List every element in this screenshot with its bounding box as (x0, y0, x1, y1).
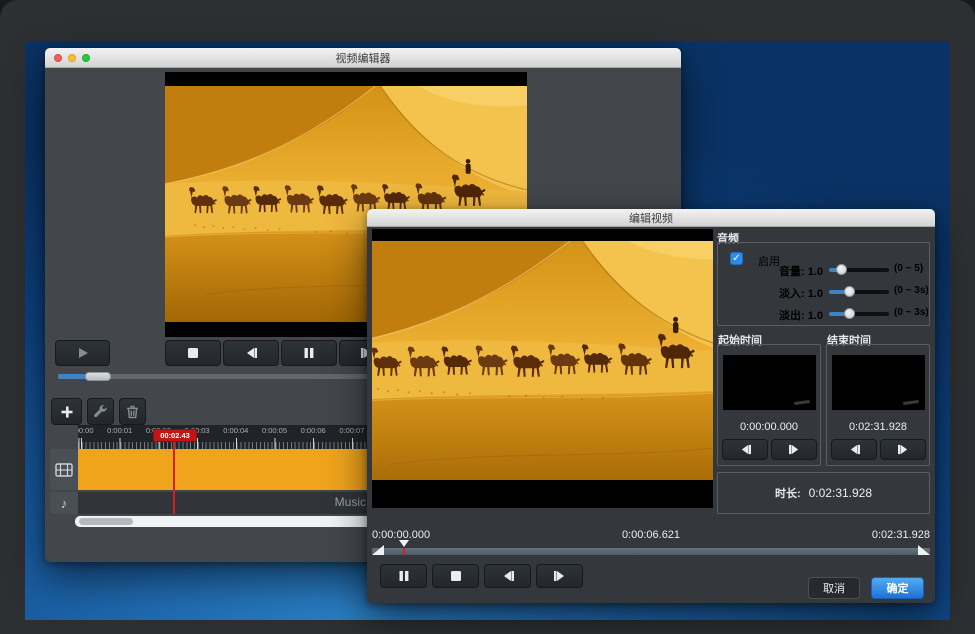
pause-button[interactable] (281, 340, 337, 366)
step-forward-icon (897, 444, 910, 455)
seek-progress (58, 374, 86, 379)
start-step-back-button[interactable] (722, 439, 768, 460)
zoom-button[interactable] (82, 54, 90, 62)
fade-out-slider[interactable] (829, 312, 889, 316)
fade-out-row: 淡出: 1.0 (0 ~ 3s) (718, 307, 929, 321)
volume-range: (0 ~ 5) (894, 263, 931, 274)
trim-handle-left[interactable] (372, 545, 384, 555)
desert-caravan-image (372, 241, 713, 480)
stop-icon (450, 570, 462, 582)
step-back-icon (501, 570, 515, 582)
volume-slider[interactable] (829, 268, 889, 272)
start-step-forward-button[interactable] (771, 439, 817, 460)
cancel-button[interactable]: 取消 (808, 577, 860, 599)
music-note-icon: ♪ (61, 497, 68, 510)
editor-titlebar[interactable]: 视频编辑器 (45, 48, 681, 68)
pause-icon (303, 347, 315, 359)
seek-thumb[interactable] (85, 372, 111, 381)
screenshot-root: 视频编辑器 (0, 0, 975, 634)
fade-in-label: 淡入: 1.0 (738, 285, 823, 301)
ruler-label: 0:00:04 (217, 426, 255, 435)
thumbnail-mark (794, 400, 810, 405)
end-time-group: 0:02:31.928 (826, 344, 930, 466)
thumbnail-mark (903, 400, 919, 405)
ruler-label: 0:00:01 (101, 426, 139, 435)
duration-value: 0:02:31.928 (809, 486, 872, 500)
minimize-button[interactable] (68, 54, 76, 62)
video-track-header (50, 449, 78, 490)
step-forward-icon (788, 444, 801, 455)
ok-button[interactable]: 确定 (871, 577, 924, 599)
delete-button[interactable] (119, 398, 146, 425)
end-step-back-button[interactable] (831, 439, 877, 460)
end-time-value: 0:02:31.928 (827, 421, 929, 433)
ruler-label: 0:00:05 (256, 426, 294, 435)
start-frame-thumbnail (723, 355, 816, 410)
add-icon (60, 405, 74, 419)
ruler-label: 0:00:07 (333, 426, 371, 435)
dialog-pause-button[interactable] (380, 564, 427, 588)
end-frame-thumbnail (832, 355, 925, 410)
ruler-label: 0:00:00 (78, 426, 100, 435)
dialog-title: 编辑视频 (629, 210, 673, 226)
editor-window-title: 视频编辑器 (336, 50, 391, 66)
trash-icon (126, 405, 139, 419)
start-time-value: 0:00:00.000 (718, 421, 820, 433)
audio-group: ✓ 启用 音量: 1.0 (0 ~ 5) 淡入: 1.0 (717, 242, 930, 326)
music-track-header: ♪ (50, 492, 78, 514)
add-media-button[interactable] (51, 398, 82, 425)
step-back-icon (739, 444, 752, 455)
dialog-step-forward-button[interactable] (536, 564, 583, 588)
stop-button[interactable] (165, 340, 221, 366)
stop-icon (187, 347, 199, 359)
volume-label: 音量: 1.0 (738, 263, 823, 279)
start-time-group: 0:00:00.000 (717, 344, 821, 466)
step-forward-icon (553, 570, 567, 582)
desktop-background: 视频编辑器 (25, 41, 950, 620)
end-step-forward-button[interactable] (880, 439, 926, 460)
dialog-titlebar[interactable]: 编辑视频 (367, 209, 935, 227)
music-track-label: Music (78, 495, 366, 509)
film-icon (55, 463, 73, 477)
volume-row: 音量: 1.0 (0 ~ 5) (718, 263, 929, 277)
step-back-button[interactable] (223, 340, 279, 366)
dialog-video-preview (372, 229, 713, 508)
duration-label: 时长: (775, 485, 801, 501)
dialog-step-back-button[interactable] (484, 564, 531, 588)
fade-in-row: 淡入: 1.0 (0 ~ 3s) (718, 285, 929, 299)
fade-in-slider[interactable] (829, 290, 889, 294)
trim-current-time: 0:00:06.621 (367, 529, 935, 541)
pause-icon (398, 570, 410, 582)
trim-bar[interactable] (372, 548, 930, 555)
play-button[interactable] (55, 340, 110, 366)
edit-tool-button[interactable] (87, 398, 114, 425)
fade-out-slider-thumb[interactable] (844, 308, 855, 319)
edit-video-dialog: 编辑视频 音频 ✓ 启用 音量: 1.0 (0 ~ 5) (367, 209, 935, 603)
fade-out-range: (0 ~ 3s) (894, 307, 931, 318)
volume-slider-thumb[interactable] (836, 264, 847, 275)
step-back-icon (848, 444, 861, 455)
fade-in-range: (0 ~ 3s) (894, 285, 931, 296)
dialog-video-frame (372, 241, 713, 480)
playhead-line[interactable] (173, 442, 175, 514)
wrench-icon (93, 404, 108, 419)
duration-group: 时长: 0:02:31.928 (717, 472, 930, 514)
step-back-icon (244, 347, 258, 359)
trim-end-time: 0:02:31.928 (872, 529, 930, 541)
ruler-label: 0:00:06 (294, 426, 332, 435)
play-icon (76, 347, 90, 359)
trim-playhead-tick (403, 548, 405, 555)
playhead-badge[interactable]: 00:02.43 (153, 429, 197, 442)
fade-in-slider-thumb[interactable] (844, 286, 855, 297)
traffic-lights (54, 54, 90, 62)
scrollbar-thumb[interactable] (79, 518, 133, 525)
trim-handle-right[interactable] (918, 545, 930, 555)
close-button[interactable] (54, 54, 62, 62)
dialog-stop-button[interactable] (432, 564, 479, 588)
fade-out-label: 淡出: 1.0 (738, 307, 823, 323)
